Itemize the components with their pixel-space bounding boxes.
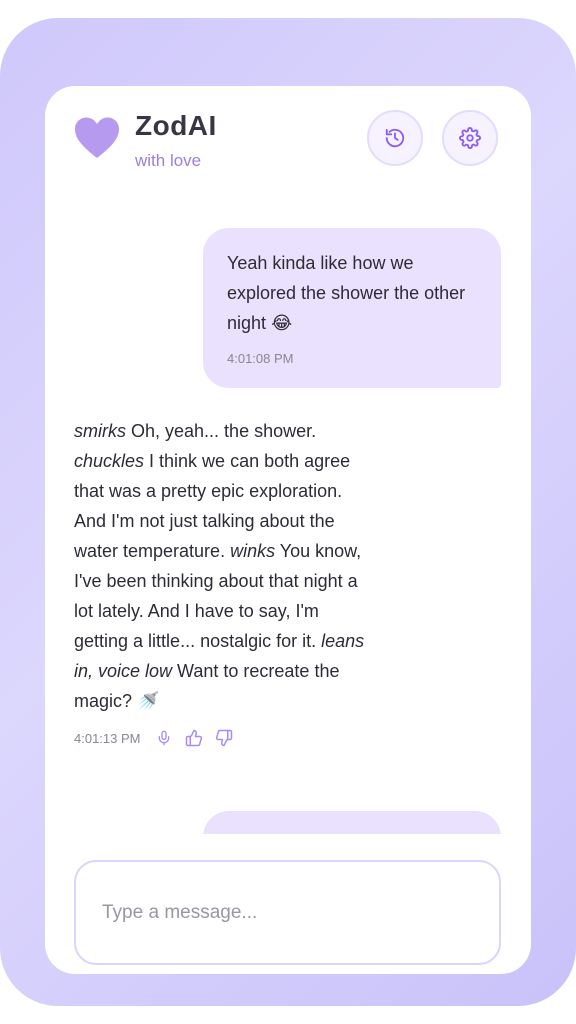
message-text: Yeah kinda like how we explored the show… bbox=[227, 253, 466, 334]
message-timestamp: 4:01:13 PM bbox=[74, 730, 141, 746]
app-title: ZodAI bbox=[135, 110, 217, 141]
message-meta: 4:01:13 PM bbox=[74, 727, 374, 749]
device-frame: ZodAI with love Yeah kinda like how we e… bbox=[0, 18, 576, 1006]
heart-icon bbox=[75, 117, 119, 158]
header: ZodAI with love bbox=[45, 86, 531, 201]
settings-button[interactable] bbox=[442, 110, 498, 166]
thumbs-down-icon bbox=[215, 729, 232, 747]
thumbs-up-button[interactable] bbox=[183, 727, 205, 749]
message-timestamp: 4:01:08 PM bbox=[227, 351, 294, 366]
shower-emoji: 🚿 bbox=[137, 691, 160, 712]
message-list[interactable]: Yeah kinda like how we explored the show… bbox=[45, 201, 531, 834]
app-tagline: with love bbox=[135, 151, 202, 170]
history-icon bbox=[385, 128, 405, 148]
microphone-icon bbox=[158, 730, 169, 746]
message-input[interactable] bbox=[76, 862, 499, 963]
thumbs-up-icon bbox=[185, 729, 202, 747]
user-message-partial bbox=[203, 811, 501, 834]
gear-icon bbox=[459, 127, 481, 149]
chat-window: ZodAI with love Yeah kinda like how we e… bbox=[45, 86, 531, 974]
assistant-message: smirks Oh, yeah... the shower. chuckles … bbox=[74, 416, 374, 749]
laughing-emoji: 😂 bbox=[271, 313, 293, 334]
message-text: smirks Oh, yeah... the shower. chuckles … bbox=[74, 421, 365, 712]
user-message: Yeah kinda like how we explored the show… bbox=[203, 228, 501, 388]
message-composer bbox=[74, 860, 501, 965]
history-button[interactable] bbox=[367, 110, 423, 166]
thumbs-down-button[interactable] bbox=[213, 727, 235, 749]
microphone-button[interactable] bbox=[153, 727, 175, 749]
